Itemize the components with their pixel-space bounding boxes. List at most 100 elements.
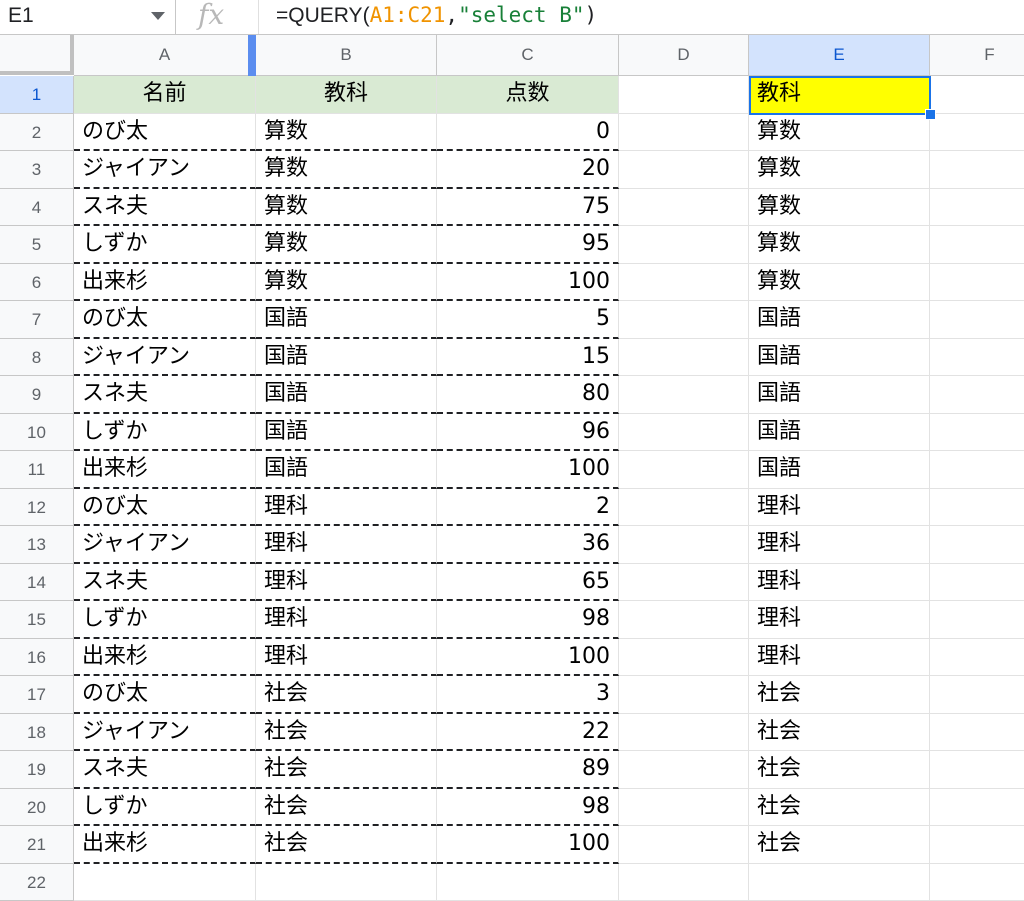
cell-e3[interactable]: 算数	[749, 151, 930, 189]
cell-e11[interactable]: 国語	[749, 451, 930, 489]
cell-c11[interactable]: 100	[437, 451, 619, 489]
cell-a14[interactable]: スネ夫	[74, 564, 256, 602]
cell-a19[interactable]: スネ夫	[74, 751, 256, 789]
cell-f19[interactable]	[930, 751, 1024, 789]
cell-b18[interactable]: 社会	[256, 714, 437, 752]
row-header-11[interactable]: 11	[0, 451, 74, 489]
cell-a8[interactable]: ジャイアン	[74, 339, 256, 377]
row-header-8[interactable]: 8	[0, 339, 74, 377]
cell-e19[interactable]: 社会	[749, 751, 930, 789]
cell-d3[interactable]	[619, 151, 749, 189]
cell-b2[interactable]: 算数	[256, 114, 437, 152]
column-header-b[interactable]: B	[256, 35, 437, 76]
cell-c4[interactable]: 75	[437, 189, 619, 227]
cell-a12[interactable]: のび太	[74, 489, 256, 527]
cell-a18[interactable]: ジャイアン	[74, 714, 256, 752]
select-all-corner[interactable]	[0, 35, 74, 75]
cell-d21[interactable]	[619, 826, 749, 864]
cell-f4[interactable]	[930, 189, 1024, 227]
row-header-4[interactable]: 4	[0, 189, 74, 227]
cell-b13[interactable]: 理科	[256, 526, 437, 564]
cell-f11[interactable]	[930, 451, 1024, 489]
cell-a21[interactable]: 出来杉	[74, 826, 256, 864]
cell-e1[interactable]: 教科	[749, 76, 930, 114]
cell-a22[interactable]	[74, 864, 256, 901]
row-header-10[interactable]: 10	[0, 414, 74, 452]
row-header-17[interactable]: 17	[0, 676, 74, 714]
cell-e13[interactable]: 理科	[749, 526, 930, 564]
cell-f3[interactable]	[930, 151, 1024, 189]
cell-c9[interactable]: 80	[437, 376, 619, 414]
cell-c8[interactable]: 15	[437, 339, 619, 377]
cell-e22[interactable]	[749, 864, 930, 901]
cell-d11[interactable]	[619, 451, 749, 489]
formula-input[interactable]: =QUERY(A1:C21,"select B")	[276, 3, 597, 28]
cell-b15[interactable]: 理科	[256, 601, 437, 639]
cell-b11[interactable]: 国語	[256, 451, 437, 489]
row-header-21[interactable]: 21	[0, 826, 74, 864]
cell-c12[interactable]: 2	[437, 489, 619, 527]
cell-b21[interactable]: 社会	[256, 826, 437, 864]
fill-handle[interactable]	[925, 109, 936, 120]
cell-e16[interactable]: 理科	[749, 639, 930, 677]
cell-d19[interactable]	[619, 751, 749, 789]
cell-b6[interactable]: 算数	[256, 264, 437, 302]
cell-a3[interactable]: ジャイアン	[74, 151, 256, 189]
cell-e5[interactable]: 算数	[749, 226, 930, 264]
cell-a20[interactable]: しずか	[74, 789, 256, 827]
cell-d7[interactable]	[619, 301, 749, 339]
cell-a1[interactable]: 名前	[74, 76, 256, 114]
cell-e2[interactable]: 算数	[749, 114, 930, 152]
cell-b14[interactable]: 理科	[256, 564, 437, 602]
cell-d20[interactable]	[619, 789, 749, 827]
cell-a10[interactable]: しずか	[74, 414, 256, 452]
cell-c1[interactable]: 点数	[437, 76, 619, 114]
cell-c13[interactable]: 36	[437, 526, 619, 564]
cell-e9[interactable]: 国語	[749, 376, 930, 414]
cell-c17[interactable]: 3	[437, 676, 619, 714]
cell-b16[interactable]: 理科	[256, 639, 437, 677]
cell-c5[interactable]: 95	[437, 226, 619, 264]
column-header-e[interactable]: E	[749, 35, 930, 76]
row-header-15[interactable]: 15	[0, 601, 74, 639]
cell-f12[interactable]	[930, 489, 1024, 527]
cell-a17[interactable]: のび太	[74, 676, 256, 714]
cell-f20[interactable]	[930, 789, 1024, 827]
column-header-f[interactable]: F	[930, 35, 1024, 76]
cell-e6[interactable]: 算数	[749, 264, 930, 302]
cell-b17[interactable]: 社会	[256, 676, 437, 714]
cell-d14[interactable]	[619, 564, 749, 602]
cell-f7[interactable]	[930, 301, 1024, 339]
row-header-1[interactable]: 1	[0, 76, 74, 114]
cell-b5[interactable]: 算数	[256, 226, 437, 264]
cell-b8[interactable]: 国語	[256, 339, 437, 377]
row-header-16[interactable]: 16	[0, 639, 74, 677]
row-header-6[interactable]: 6	[0, 264, 74, 302]
cell-d22[interactable]	[619, 864, 749, 901]
cell-e18[interactable]: 社会	[749, 714, 930, 752]
row-header-22[interactable]: 22	[0, 864, 74, 901]
cell-a4[interactable]: スネ夫	[74, 189, 256, 227]
cell-f8[interactable]	[930, 339, 1024, 377]
cell-d8[interactable]	[619, 339, 749, 377]
cell-f17[interactable]	[930, 676, 1024, 714]
cell-c14[interactable]: 65	[437, 564, 619, 602]
cell-b3[interactable]: 算数	[256, 151, 437, 189]
chevron-down-icon[interactable]	[151, 12, 165, 20]
cell-a16[interactable]: 出来杉	[74, 639, 256, 677]
cell-f18[interactable]	[930, 714, 1024, 752]
cell-e20[interactable]: 社会	[749, 789, 930, 827]
cell-f16[interactable]	[930, 639, 1024, 677]
cell-b7[interactable]: 国語	[256, 301, 437, 339]
column-header-d[interactable]: D	[619, 35, 749, 76]
cell-f5[interactable]	[930, 226, 1024, 264]
cell-f9[interactable]	[930, 376, 1024, 414]
cell-d16[interactable]	[619, 639, 749, 677]
cell-c21[interactable]: 100	[437, 826, 619, 864]
cell-e12[interactable]: 理科	[749, 489, 930, 527]
cell-d9[interactable]	[619, 376, 749, 414]
cell-b22[interactable]	[256, 864, 437, 901]
cell-c18[interactable]: 22	[437, 714, 619, 752]
cell-f2[interactable]	[930, 114, 1024, 152]
cell-b1[interactable]: 教科	[256, 76, 437, 114]
